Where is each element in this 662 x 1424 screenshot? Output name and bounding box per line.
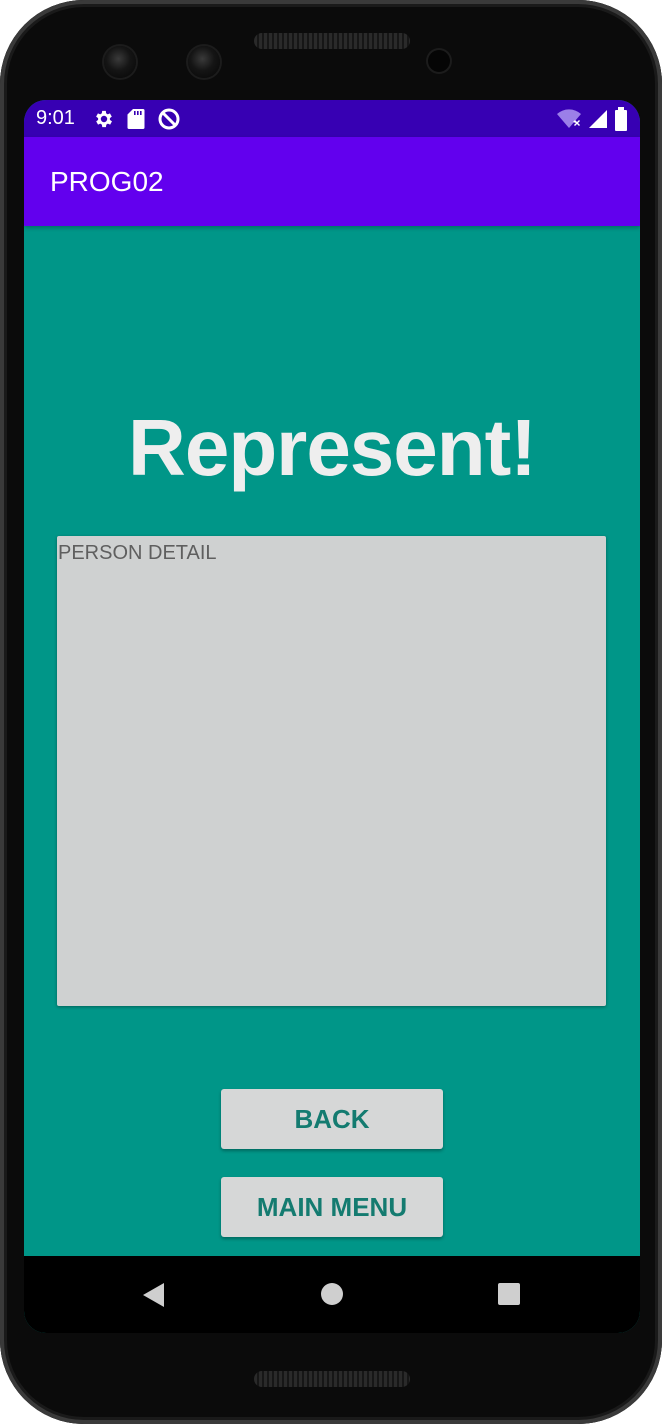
status-time: 9:01 <box>36 107 75 129</box>
wifi-off-icon <box>557 108 581 128</box>
sd-card-icon <box>127 108 145 129</box>
headline-title: Represent! <box>128 403 537 492</box>
app-bar: PROG02 <box>24 137 640 226</box>
device-screen: 9:01 PROG02 Represent! PERSON DETAIL BAC… <box>24 100 640 1333</box>
bottom-speaker <box>254 1371 410 1387</box>
front-camera-left <box>104 46 136 78</box>
battery-icon <box>615 106 627 131</box>
person-detail-panel: PERSON DETAIL <box>57 536 606 1006</box>
main-menu-button[interactable]: MAIN MENU <box>221 1177 443 1237</box>
person-detail-text: PERSON DETAIL <box>58 542 217 564</box>
data-saver-icon <box>158 108 180 129</box>
gear-icon <box>96 110 112 127</box>
earpiece-speaker <box>254 33 410 49</box>
phone-frame: 9:01 PROG02 Represent! PERSON DETAIL BAC… <box>0 0 662 1424</box>
back-button[interactable]: BACK <box>221 1089 443 1149</box>
status-bar: 9:01 <box>24 100 640 137</box>
recents-square-icon[interactable] <box>497 1282 521 1306</box>
back-triangle-icon[interactable] <box>142 1282 166 1308</box>
signal-icon <box>589 109 607 128</box>
device-frame-page: 9:01 PROG02 Represent! PERSON DETAIL BAC… <box>0 0 662 1424</box>
status-icons-right <box>556 106 628 131</box>
home-circle-icon[interactable] <box>320 1282 344 1306</box>
navigation-bar <box>24 1256 640 1333</box>
proximity-sensor <box>428 50 450 72</box>
status-icons-left <box>93 107 181 131</box>
front-camera-right <box>188 46 220 78</box>
app-title: PROG02 <box>50 165 164 197</box>
